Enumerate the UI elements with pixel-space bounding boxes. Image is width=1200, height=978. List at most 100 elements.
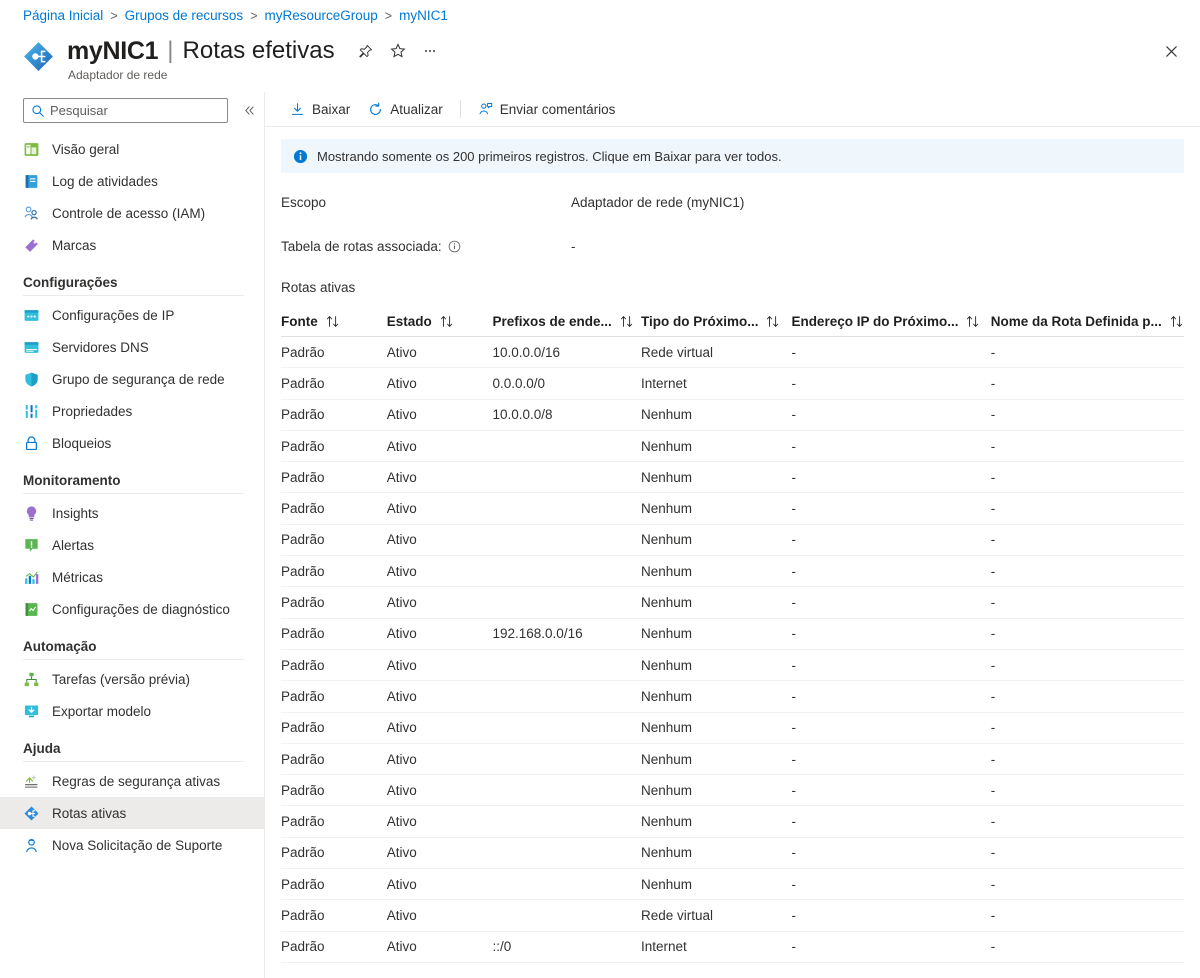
breadcrumb-item-resource-groups[interactable]: Grupos de recursos bbox=[125, 8, 244, 23]
column-header-source[interactable]: Fonte bbox=[281, 307, 387, 337]
sidebar-item-export-template[interactable]: Exportar modelo bbox=[0, 695, 264, 727]
title-actions bbox=[353, 38, 443, 64]
sidebar-group-monitoring: Monitoramento Insights Alertas Métricas … bbox=[0, 473, 264, 625]
cell-address-prefixes bbox=[492, 743, 641, 776]
info-circle-icon[interactable] bbox=[448, 240, 461, 253]
cell-state: Ativo bbox=[386, 492, 493, 525]
cell-address-prefixes bbox=[492, 680, 641, 713]
blade-left-navigation: Visão geral Log de atividades bbox=[0, 92, 265, 978]
more-options-button[interactable] bbox=[417, 38, 443, 64]
table-row[interactable]: Padrão Ativo 10.0.0.0/16 Rede virtual - - bbox=[281, 336, 1184, 369]
table-body: Padrão Ativo 10.0.0.0/16 Rede virtual - - Padr… bbox=[281, 336, 1184, 963]
cell-source: Padrão bbox=[281, 712, 387, 744]
sidebar-item-label: Configurações de diagnóstico bbox=[52, 601, 230, 617]
table-row[interactable]: Padrão Ativo Nenhum - - bbox=[281, 586, 1184, 619]
favorite-button[interactable] bbox=[385, 38, 411, 64]
search-input[interactable] bbox=[24, 99, 227, 122]
cell-state: Ativo bbox=[386, 399, 493, 431]
sidebar-item-properties[interactable]: Propriedades bbox=[0, 395, 264, 427]
table-row[interactable]: Padrão Ativo Nenhum - - bbox=[281, 555, 1184, 588]
sidebar-item-ip-configurations[interactable]: Configurações de IP bbox=[0, 299, 264, 331]
sidebar-item-dns-servers[interactable]: Servidores DNS bbox=[0, 331, 264, 363]
table-row[interactable]: Padrão Ativo Nenhum - - bbox=[281, 805, 1184, 838]
effective-security-rules-icon bbox=[25, 775, 38, 788]
refresh-button[interactable]: Atualizar bbox=[359, 95, 452, 123]
sidebar-item-overview[interactable]: Visão geral bbox=[0, 133, 264, 165]
table-row[interactable]: Padrão Ativo Nenhum - - bbox=[281, 712, 1184, 744]
page-title-resource: myNIC1 bbox=[67, 37, 159, 65]
column-header-next-hop-ip[interactable]: Endereço IP do Próximo... bbox=[791, 307, 991, 337]
table-row[interactable]: Padrão Ativo 0.0.0.0/0 Internet - - bbox=[281, 367, 1184, 400]
cell-route-name: - bbox=[990, 586, 1184, 619]
column-header-address-prefixes[interactable]: Prefixos de ende... bbox=[492, 307, 641, 337]
cell-next-hop-ip: - bbox=[791, 899, 991, 932]
column-header-label: Fonte bbox=[281, 314, 318, 329]
sidebar-item-effective-routes[interactable]: Rotas ativas bbox=[0, 797, 264, 829]
cell-source: Padrão bbox=[281, 805, 387, 838]
search-box[interactable] bbox=[23, 98, 228, 123]
sidebar-item-activity-log[interactable]: Log de atividades bbox=[0, 165, 264, 197]
cell-state: Ativo bbox=[386, 618, 493, 650]
send-feedback-button[interactable]: Enviar comentários bbox=[469, 95, 625, 123]
sidebar-item-metrics[interactable]: Métricas bbox=[0, 561, 264, 593]
cell-address-prefixes bbox=[492, 868, 641, 901]
table-row[interactable]: Padrão Ativo::/0 Internet - - bbox=[281, 931, 1184, 963]
column-header-label: Tipo do Próximo... bbox=[640, 314, 759, 329]
sidebar-item-label: Controle de acesso (IAM) bbox=[52, 205, 206, 221]
column-header-user-defined-route-name[interactable]: Nome da Rota Definida p... bbox=[990, 307, 1184, 337]
sidebar-item-effective-security-rules[interactable]: Regras de segurança ativas bbox=[0, 765, 264, 797]
sidebar-item-support-request[interactable]: Nova Solicitação de Suporte bbox=[0, 829, 264, 861]
cell-address-prefixes bbox=[492, 524, 641, 557]
cell-source: Padrão bbox=[281, 367, 387, 400]
table-row[interactable]: Padrão Ativo 10.0.0.0/8 Nenhum - - bbox=[281, 399, 1184, 431]
sidebar-item-insights[interactable]: Insights bbox=[0, 497, 264, 529]
table-row[interactable]: Padrão Ativo 192.168.0.0/16 Nenhum - - bbox=[281, 618, 1184, 650]
sidebar-item-tasks[interactable]: Tarefas (versão prévia) bbox=[0, 663, 264, 695]
breadcrumb: Página Inicial > Grupos de recursos > my… bbox=[23, 8, 448, 23]
sort-ascending-descending-icon bbox=[967, 316, 979, 327]
column-header-next-hop-type[interactable]: Tipo do Próximo... bbox=[640, 307, 792, 337]
table-row[interactable]: Padrão Ativo Nenhum - - bbox=[281, 680, 1184, 713]
table-row[interactable]: Padrão Ativo Nenhum - - bbox=[281, 868, 1184, 901]
cell-route-name: - bbox=[990, 712, 1184, 744]
table-row[interactable]: Padrão Ativo Nenhum - - bbox=[281, 774, 1184, 807]
table-row[interactable]: Padrão Ativo Rede virtual - - bbox=[281, 899, 1184, 932]
cell-source: Padrão bbox=[281, 492, 387, 525]
sidebar-item-label: Log de atividades bbox=[52, 173, 158, 189]
sidebar-item-diagnostic-settings[interactable]: Configurações de diagnóstico bbox=[0, 593, 264, 625]
column-header-state[interactable]: Estado bbox=[386, 307, 493, 337]
cell-state: Ativo bbox=[386, 367, 493, 400]
pin-button[interactable] bbox=[353, 38, 379, 64]
sidebar-item-alerts[interactable]: Alertas bbox=[0, 529, 264, 561]
sidebar-item-label: Insights bbox=[52, 505, 99, 521]
cell-next-hop-type: Internet bbox=[640, 367, 792, 400]
close-blade-button[interactable] bbox=[1158, 38, 1184, 64]
table-row[interactable]: Padrão Ativo Nenhum - - bbox=[281, 492, 1184, 525]
cell-route-name: - bbox=[990, 399, 1184, 431]
breadcrumb-item-home[interactable]: Página Inicial bbox=[23, 8, 103, 23]
table-row[interactable]: Padrão Ativo Nenhum - - bbox=[281, 649, 1184, 682]
table-row[interactable]: Padrão Ativo Nenhum - - bbox=[281, 524, 1184, 557]
sidebar-item-access-control[interactable]: Controle de acesso (IAM) bbox=[0, 197, 264, 229]
cell-next-hop-ip: - bbox=[791, 461, 991, 494]
cell-next-hop-type: Nenhum bbox=[640, 649, 792, 682]
page-title: Rotas efetivas bbox=[182, 37, 335, 64]
properties-icon bbox=[25, 404, 38, 418]
sidebar-item-tags[interactable]: Marcas bbox=[0, 229, 264, 261]
breadcrumb-item-my-resource-group[interactable]: myResourceGroup bbox=[265, 8, 378, 23]
sidebar-item-label: Visão geral bbox=[52, 141, 120, 157]
table-row[interactable]: Padrão Ativo Nenhum - - bbox=[281, 743, 1184, 776]
download-button[interactable]: Baixar bbox=[281, 95, 359, 123]
collapse-navigation-button[interactable] bbox=[238, 100, 260, 122]
breadcrumb-item-mynic1[interactable]: myNIC1 bbox=[399, 8, 448, 23]
table-row[interactable]: Padrão Ativo Nenhum - - bbox=[281, 461, 1184, 494]
cell-next-hop-type: Nenhum bbox=[640, 837, 792, 870]
table-row[interactable]: Padrão Ativo Nenhum - - bbox=[281, 430, 1184, 463]
sidebar-item-network-security-group[interactable]: Grupo de segurança de rede bbox=[0, 363, 264, 395]
star-icon bbox=[390, 43, 406, 58]
cell-state: Ativo bbox=[386, 649, 493, 682]
sidebar-item-locks[interactable]: Bloqueios bbox=[0, 427, 264, 459]
table-row[interactable]: Padrão Ativo Nenhum - - bbox=[281, 837, 1184, 870]
info-icon bbox=[293, 149, 308, 163]
cell-next-hop-type: Nenhum bbox=[640, 461, 792, 494]
